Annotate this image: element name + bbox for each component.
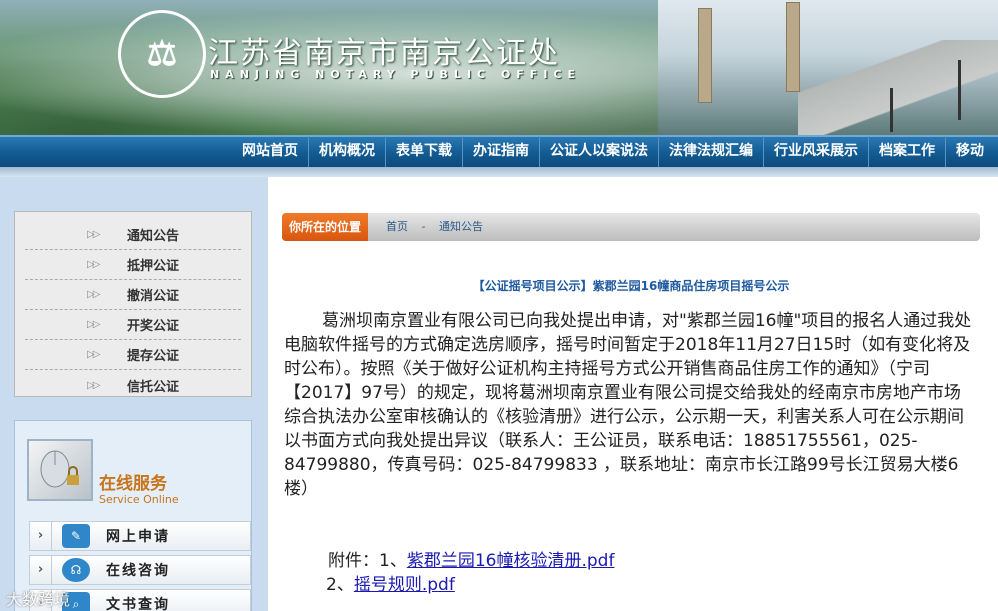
seal-emblem-icon: ⚖ xyxy=(146,34,178,74)
street-lamp xyxy=(890,88,893,132)
notary-seal-logo: ⚖ xyxy=(118,10,206,98)
site-subtitle: NANJING NOTARY PUBLIC OFFICE xyxy=(210,68,582,81)
sidebar-item-revocation[interactable]: ▷▷ 撤消公证 xyxy=(25,280,241,310)
nav-shadow xyxy=(0,167,998,177)
double-chevron-icon: ▷▷ xyxy=(87,259,100,270)
double-chevron-icon: ▷▷ xyxy=(87,349,100,360)
service-image xyxy=(27,439,93,501)
nav-laws[interactable]: 法律法规汇编 xyxy=(658,136,763,168)
chevron-right-icon: › xyxy=(30,522,52,550)
sidebar-item-label: 提存公证 xyxy=(127,349,180,364)
sidebar-item-notices[interactable]: ▷▷ 通知公告 xyxy=(25,220,241,250)
double-chevron-icon: ▷▷ xyxy=(87,379,100,391)
header-bridge-image xyxy=(658,0,998,135)
double-chevron-icon: ▷▷ xyxy=(87,319,100,330)
street-lamp xyxy=(958,60,961,120)
nav-guide[interactable]: 办证指南 xyxy=(462,136,539,168)
breadcrumb-separator: - xyxy=(421,220,426,233)
breadcrumb-current-link[interactable]: 通知公告 xyxy=(439,220,483,233)
attachment-link-lottery-rules[interactable]: 摇号规则.pdf xyxy=(354,575,455,595)
attachment-link-verification-list[interactable]: 紫郡兰园16幢核验清册.pdf xyxy=(407,551,615,571)
sidebar: ▷▷ 通知公告 ▷▷ 抵押公证 ▷▷ 撤消公证 ▷▷ 开奖公证 ▷▷ 提存公证 … xyxy=(0,177,268,611)
mouse-lock-icon xyxy=(40,450,79,488)
online-apply-button[interactable]: › ✎ 网上申请 xyxy=(29,521,251,551)
sidebar-item-label: 信托公证 xyxy=(127,379,180,395)
bridge-tower xyxy=(786,2,800,92)
chevron-right-icon: › xyxy=(30,556,52,584)
nav-mobile[interactable]: 移动 xyxy=(945,136,994,168)
site-title: 江苏省南京市南京公证处 xyxy=(208,36,560,71)
service-title: 在线服务 xyxy=(99,474,167,494)
sidebar-item-lottery[interactable]: ▷▷ 开奖公证 xyxy=(25,310,241,340)
article-body: 葛洲坝南京置业有限公司已向我处提出申请，对"紫郡兰园16幢"项目的报名人通过我处… xyxy=(284,311,972,499)
headset-icon: ☊ xyxy=(62,558,90,582)
breadcrumb-home-link[interactable]: 首页 xyxy=(386,220,408,233)
service-subtitle: Service Online xyxy=(99,493,179,506)
sidebar-item-label: 通知公告 xyxy=(127,229,180,244)
nav-showcase[interactable]: 行业风采展示 xyxy=(763,136,868,168)
double-chevron-icon: ▷▷ xyxy=(87,229,100,240)
attachment-number: 2、 xyxy=(326,575,354,595)
sidebar-item-mortgage[interactable]: ▷▷ 抵押公证 xyxy=(25,250,241,280)
nav-forms[interactable]: 表单下载 xyxy=(385,136,462,168)
nav-about[interactable]: 机构概况 xyxy=(308,136,385,168)
pen-form-icon: ✎ xyxy=(62,524,90,548)
sidebar-item-label: 撤消公证 xyxy=(127,289,180,304)
nav-archives[interactable]: 档案工作 xyxy=(868,136,945,168)
breadcrumb-links: 首页 - 通知公告 xyxy=(386,213,493,241)
breadcrumb-tag: 你所在的位置 xyxy=(282,213,368,241)
breadcrumb: 你所在的位置 首页 - 通知公告 xyxy=(282,213,980,241)
nav-home[interactable]: 网站首页 xyxy=(232,136,308,168)
service-row-label: 在线咨询 xyxy=(106,563,170,579)
bridge-road xyxy=(798,40,998,135)
sidebar-item-label: 开奖公证 xyxy=(127,319,180,334)
nav-cases[interactable]: 公证人以案说法 xyxy=(539,136,658,168)
double-chevron-icon: ▷▷ xyxy=(87,289,100,300)
online-consult-button[interactable]: › ☊ 在线咨询 xyxy=(29,555,251,585)
online-service-panel: 在线服务 Service Online › ✎ 网上申请 › ☊ 在线咨询 › … xyxy=(14,420,252,611)
attachment-line-2: 2、摇号规则.pdf xyxy=(326,573,455,597)
sidebar-item-trust[interactable]: ▷▷ 信托公证 xyxy=(25,370,241,400)
main-nav: 网站首页 机构概况 表单下载 办证指南 公证人以案说法 法律法规汇编 行业风采展… xyxy=(0,135,998,168)
service-row-label: 网上申请 xyxy=(106,529,170,545)
watermark-text: 大数跨境 xyxy=(6,590,71,609)
attachment-line-1: 附件：1、紫郡兰园16幢核验清册.pdf xyxy=(328,549,614,573)
bridge-tower xyxy=(698,8,712,103)
sidebar-menu: ▷▷ 通知公告 ▷▷ 抵押公证 ▷▷ 撤消公证 ▷▷ 开奖公证 ▷▷ 提存公证 … xyxy=(14,211,252,397)
article-title: 【公证摇号项目公示】紫郡兰园16幢商品住房项目摇号公示 xyxy=(472,279,790,293)
main-content: 你所在的位置 首页 - 通知公告 【公证摇号项目公示】紫郡兰园16幢商品住房项目… xyxy=(268,177,998,611)
attachments-label: 附件：1、 xyxy=(328,551,407,571)
site-header: ⚖ 江苏省南京市南京公证处 NANJING NOTARY PUBLIC OFFI… xyxy=(0,0,998,135)
service-row-label: 文书查询 xyxy=(106,597,170,611)
sidebar-item-escrow[interactable]: ▷▷ 提存公证 xyxy=(25,340,241,370)
sidebar-item-label: 抵押公证 xyxy=(127,259,180,274)
